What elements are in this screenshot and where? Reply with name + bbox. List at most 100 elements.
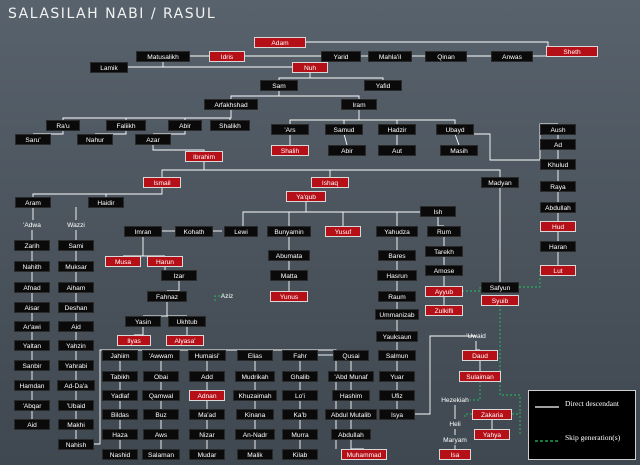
skip-connector <box>499 305 521 412</box>
person-node-yunus: Yunus <box>270 291 308 302</box>
person-node-loi: Lo'i <box>282 390 318 401</box>
person-node-aram: Aram <box>15 197 51 208</box>
person-node-anwas: Anwas <box>491 51 533 62</box>
person-node-mahlil: Mahla'il <box>368 51 412 62</box>
person-node-arawi: Ar'awi <box>14 321 50 332</box>
person-node-makhi: Makhi <box>58 419 94 430</box>
person-node-sanbir: Sanbir <box>14 360 50 371</box>
person-node-haidir: Haidir <box>88 197 124 208</box>
connector-line <box>167 280 180 292</box>
person-node-yahudza: Yahudza <box>376 226 418 237</box>
person-node-nashid: Nashid <box>102 449 138 460</box>
person-node-addaa: Ad-Da'a <box>57 380 95 391</box>
connector-line <box>475 341 480 351</box>
person-node-lewi: Lewi <box>224 226 258 237</box>
person-node-aut: Aut <box>378 145 416 156</box>
person-node-aush: Aush <box>540 124 576 135</box>
person-node-sulaiman: Sulaiman <box>459 371 501 382</box>
person-node-isa: Isa <box>439 449 471 460</box>
person-node-fahr: Fahr <box>282 350 318 361</box>
legend-box: Direct descendant Skip generation(s) <box>528 390 636 460</box>
person-node-kilab: Kilab <box>282 449 318 460</box>
person-node-wazzi: Wazzi <box>67 222 85 229</box>
person-node-yaqub: Ya'qub <box>286 191 326 202</box>
person-node-rum: Rum <box>427 226 461 237</box>
person-node-tarekh: Tarekh <box>425 246 463 257</box>
legend-direct-label: Direct descendant <box>565 399 619 408</box>
person-node-ars: 'Ars <box>271 124 309 135</box>
connector-line <box>350 439 364 450</box>
person-node-yadlaf: Yadlaf <box>102 390 138 401</box>
person-node-aiham: Aiham <box>58 282 94 293</box>
person-node-deshan: Deshan <box>58 302 94 313</box>
person-node-hamdan: Hamdan <box>14 380 50 391</box>
person-node-abdulmutalib: Abdul Mutalib <box>325 409 377 420</box>
person-node-amose: Amose <box>425 265 463 276</box>
connector-line <box>152 144 205 151</box>
person-node-aid2: Aid <box>14 419 50 430</box>
person-node-raum: Raum <box>378 291 416 302</box>
person-node-ilyas: Ilyas <box>117 335 151 346</box>
person-node-zarih: Zarih <box>14 240 50 251</box>
person-node-ishaq: Ishaq <box>311 177 349 188</box>
person-node-yafid: Yafid <box>364 80 402 91</box>
person-node-ufiz: Ufiz <box>379 390 415 401</box>
person-node-zulkifli: Zulkifli <box>425 305 463 316</box>
person-node-qusai: Qusai <box>333 350 369 361</box>
person-node-maad: Ma'ad <box>189 409 225 420</box>
person-node-raya: Raya <box>540 181 576 192</box>
person-node-awwam: 'Awwam <box>142 350 180 361</box>
connector-line <box>437 216 444 227</box>
person-node-lut: Lut <box>540 265 576 276</box>
connector-line <box>62 109 232 120</box>
connector-line <box>454 133 460 146</box>
person-node-salmun: Salmun <box>378 350 416 361</box>
person-node-alyasa: Alyasa' <box>166 335 204 346</box>
connector-line <box>306 206 439 213</box>
person-node-isya: Isya <box>379 409 415 420</box>
person-node-kinana: Kinana <box>236 409 274 420</box>
person-node-yasin: Yasin <box>125 316 161 327</box>
person-node-yaltan: Yaltan <box>14 340 50 351</box>
person-node-shalikh: Shalikh <box>210 120 250 131</box>
person-node-haza: Haza <box>102 429 138 440</box>
person-node-maryam: Maryam <box>443 437 467 444</box>
person-node-nuh: Nuh <box>292 62 328 73</box>
person-node-ayyub: Ayyub <box>425 286 463 297</box>
connector-line <box>32 187 163 197</box>
person-node-ubayd: Ubayd <box>436 124 474 135</box>
person-node-hasrun: Hasrun <box>377 270 417 281</box>
skip-connector <box>519 270 541 288</box>
person-node-sheth: Sheth <box>546 46 598 57</box>
person-node-uwaid: 'Uwaid <box>466 333 486 340</box>
person-node-zakaria: Zakaria <box>472 409 512 420</box>
connector-line <box>123 236 144 257</box>
person-node-bares: Bares <box>378 250 416 261</box>
person-node-mudrikah: Mudrikah <box>235 371 275 382</box>
connector-line <box>343 133 348 146</box>
person-node-aid: Aid <box>58 321 94 332</box>
person-node-nahish: Nahish <box>58 439 94 450</box>
person-node-bunyamin: Bunyamin <box>267 226 311 237</box>
person-node-afnad: Afnad <box>14 282 50 293</box>
person-node-muksar: Muksar <box>58 261 94 272</box>
person-node-tabikh: Tabikh <box>102 371 138 382</box>
person-node-abir2: Abir <box>328 145 366 156</box>
person-node-sami: Sami <box>58 240 94 251</box>
person-node-adl: Ad <box>540 139 576 150</box>
person-node-yauksaun: Yauksaun <box>376 331 418 342</box>
person-node-daud: Daud <box>462 350 498 361</box>
person-node-ish: Ish <box>420 206 456 217</box>
connector-line <box>161 161 205 177</box>
person-node-yarid: Yarid <box>321 51 361 62</box>
person-node-obai: Obai <box>143 371 179 382</box>
person-node-abumata: Abumata <box>268 250 310 261</box>
person-node-arfakhshad: Arfakhshad <box>204 99 258 110</box>
person-node-humaisi: Humaisi' <box>188 350 226 361</box>
person-node-ibrahim: Ibrahim <box>185 151 223 162</box>
person-node-ummanizab: Ummanizab <box>375 309 419 320</box>
person-node-adnan: Adnan <box>189 390 225 401</box>
person-node-aziz: Aziz <box>220 293 234 300</box>
person-node-annadr: An-Nadr <box>235 429 275 440</box>
person-node-mudar: Mudar <box>189 449 225 460</box>
